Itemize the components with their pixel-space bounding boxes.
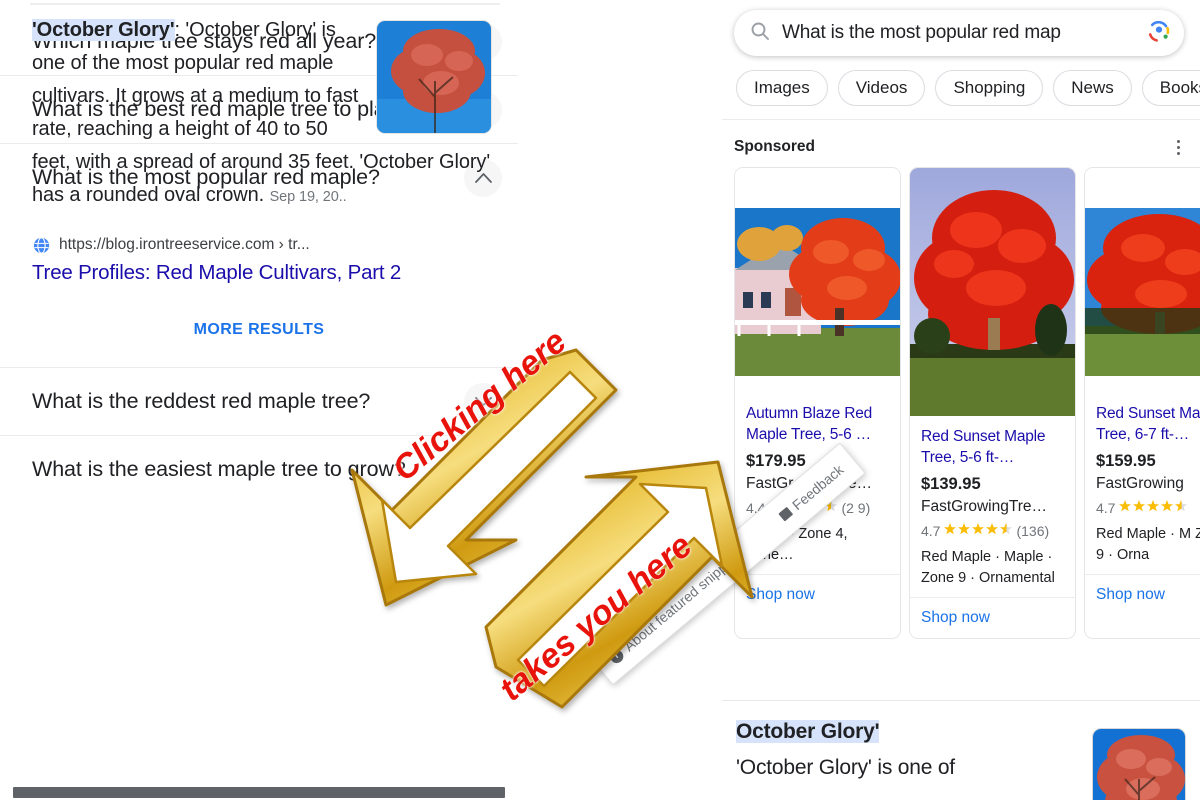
product-image: [910, 168, 1075, 416]
bottom-featured-snippet: October Glory' 'October Glory' is one of: [722, 714, 1200, 800]
featured-answer-block: 'October Glory': 'October Glory' is one …: [0, 0, 518, 214]
search-tabs: Images Videos Shopping News Books: [736, 70, 1200, 106]
product-price: $159.95: [1096, 452, 1156, 470]
paa-row[interactable]: What is the easiest maple tree to grow?: [0, 436, 518, 503]
chevron-down-icon[interactable]: [464, 450, 502, 489]
product-rating: 4.7 (136): [921, 523, 1064, 539]
tab-images[interactable]: Images: [736, 70, 828, 106]
source-url-row[interactable]: https://blog.irontreeservice.com › tr...: [0, 236, 518, 254]
shop-now-link[interactable]: Shop now: [1085, 574, 1200, 615]
sponsored-header: Sponsored: [734, 137, 1188, 157]
rating-value: 4.7: [921, 523, 941, 539]
source-url: https://blog.irontreeservice.com › tr...: [59, 236, 310, 253]
tab-shopping[interactable]: Shopping: [935, 70, 1044, 106]
rating-value: 4.4: [746, 500, 766, 516]
star-rating-icon: [944, 523, 1013, 539]
rating-value: 4.7: [1096, 500, 1116, 516]
product-attributes: Maple · Zone 4, Zone…: [746, 526, 848, 563]
screenshot-stage: Which maple tree stays red all year? Wha…: [0, 0, 1200, 800]
paa-question: What is the easiest maple tree to grow?: [32, 457, 406, 481]
product-merchant: FastGrowingTre…: [746, 475, 873, 492]
chevron-down-icon[interactable]: [464, 382, 502, 421]
product-rating: 4.7: [1096, 500, 1200, 516]
search-bar[interactable]: What is the most popular red map: [734, 10, 1184, 56]
arrow-label-takes-you-here: takes you here: [492, 526, 700, 709]
more-results-button[interactable]: MORE RESULTS: [0, 321, 518, 339]
product-card-body: Red Sunset Maple Tree, 6-7 ft-… $159.95 …: [1085, 393, 1200, 574]
paa-question: What is the reddest red maple tree?: [32, 389, 371, 413]
source-title-link[interactable]: Tree Profiles: Red Maple Cultivars, Part…: [0, 261, 518, 285]
product-card[interactable]: Autumn Blaze Red Maple Tree, 5-6 … $179.…: [734, 167, 901, 639]
left-search-results-panel: Which maple tree stays red all year? Wha…: [0, 0, 518, 800]
product-card[interactable]: Red Sunset Maple Tree, 6-7 ft-… $159.95 …: [1084, 167, 1200, 639]
globe-icon: [32, 236, 50, 254]
shop-now-link[interactable]: Shop now: [910, 597, 1075, 638]
arrow-takes-you-here: [484, 460, 754, 709]
search-icon: [750, 21, 770, 46]
paa-row[interactable]: What is the reddest red maple tree?: [0, 368, 518, 436]
tab-news[interactable]: News: [1053, 70, 1132, 106]
product-card-body: Red Sunset Maple Tree, 5-6 ft-… $139.95 …: [910, 416, 1075, 597]
product-image: [1085, 168, 1200, 393]
product-price: $139.95: [921, 475, 981, 493]
product-title[interactable]: Red Sunset Maple Tree, 6-7 ft-…: [1096, 403, 1200, 445]
tab-videos[interactable]: Videos: [837, 70, 926, 106]
product-rating: 4.4 (2 9): [746, 500, 889, 516]
answer-highlight: 'October Glory': [32, 19, 175, 41]
shop-now-link[interactable]: Shop now: [735, 574, 900, 615]
product-card-body: Autumn Blaze Red Maple Tree, 5-6 … $179.…: [735, 393, 900, 574]
product-attributes: Red Maple · M Zone 9 · Orna: [1096, 526, 1200, 563]
people-also-ask-list-bottom: What is the reddest red maple tree? What…: [0, 367, 518, 503]
google-lens-icon[interactable]: [1147, 19, 1171, 48]
star-rating-icon: [1119, 500, 1188, 516]
kebab-menu-icon[interactable]: [1168, 137, 1188, 157]
search-input[interactable]: What is the most popular red map: [782, 22, 1135, 44]
product-attributes: Red Maple · Maple · Zone 9 · Ornamental: [921, 549, 1055, 586]
tabs-divider: [722, 119, 1200, 120]
star-rating-icon: [769, 500, 838, 516]
sponsored-label: Sponsored: [734, 138, 815, 155]
snippet-thumbnail: [1092, 728, 1186, 800]
answer-thumbnail: [376, 20, 492, 134]
info-icon: i: [607, 647, 626, 666]
sponsored-product-cards: Autumn Blaze Red Maple Tree, 5-6 … $179.…: [734, 167, 1200, 639]
tab-books[interactable]: Books: [1141, 70, 1200, 106]
product-title[interactable]: Autumn Blaze Red Maple Tree, 5-6 …: [746, 403, 889, 445]
answer-date: Sep 19, 20..: [269, 189, 347, 205]
product-price: $179.95: [746, 452, 806, 470]
product-image: [735, 168, 900, 393]
product-card[interactable]: Red Sunset Maple Tree, 5-6 ft-… $139.95 …: [909, 167, 1076, 639]
snippet-line2: 'October Glory' is one of: [736, 756, 955, 779]
snippet-highlight: October Glory': [736, 720, 880, 743]
rating-count: (136): [1016, 523, 1050, 539]
bottom-divider: [722, 700, 1200, 701]
right-search-results-panel: What is the most popular red map Images …: [722, 0, 1200, 800]
horizontal-scrollbar[interactable]: [13, 787, 505, 798]
product-merchant: FastGrowing: [1096, 475, 1184, 492]
product-merchant: FastGrowingTre…: [921, 498, 1048, 515]
product-title[interactable]: Red Sunset Maple Tree, 5-6 ft-…: [921, 426, 1064, 468]
rating-count: (2 9): [841, 500, 871, 516]
